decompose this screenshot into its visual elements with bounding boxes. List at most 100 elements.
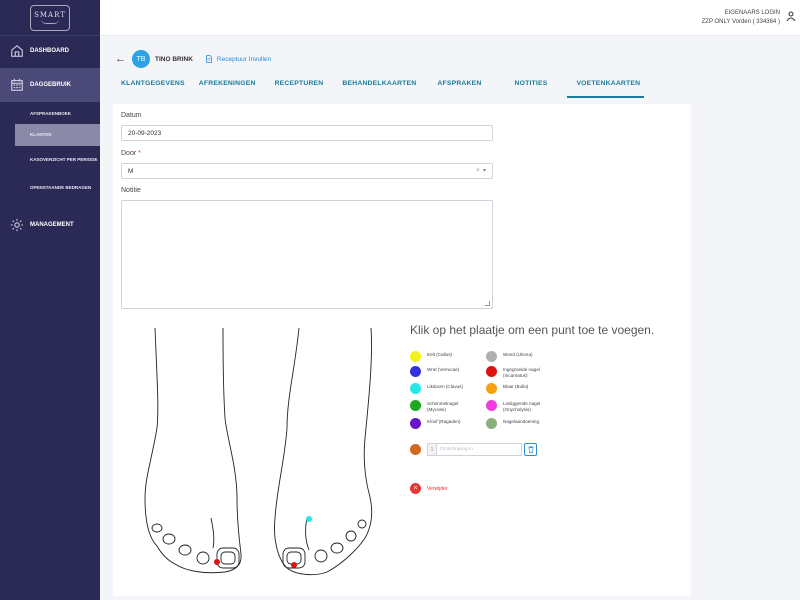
tab-behandelkaarten[interactable]: BEHANDELKAARTEN [342, 76, 416, 98]
legend-item[interactable]: Kloof (Ragaden) [410, 418, 475, 429]
foot-chart-instruction: Klik op het plaatje om een punt toe te v… [410, 323, 655, 337]
tab-afrekeningen[interactable]: AFREKENINGEN [199, 76, 256, 98]
foot-diagram[interactable] [137, 328, 377, 588]
calendar-icon [11, 78, 23, 91]
point-description-input[interactable]: Omschrijving in [437, 443, 522, 456]
right-toe-4 [345, 530, 357, 542]
legend-label: Eelt (Callus) [427, 352, 453, 357]
account-label: ZZP ONLY Vorden ( 334364 ) [701, 19, 780, 25]
door-label: Door * [121, 150, 141, 157]
gear-icon [10, 218, 24, 232]
legend-item[interactable]: Wond (Ulcera) [486, 351, 551, 362]
avatar: TB [132, 50, 150, 68]
verwijder-row[interactable]: × Verwijder [410, 483, 448, 494]
left-foot-outline [144, 328, 242, 574]
notitie-label: Notitie [121, 187, 141, 194]
chevron-down-icon[interactable]: ▾ [483, 168, 486, 174]
door-select[interactable]: M × ▾ [121, 163, 493, 179]
receptuur-link[interactable]: Receptuur Invullen [205, 55, 271, 63]
tab-recepturen[interactable]: RECEPTUREN [275, 76, 324, 98]
close-icon[interactable]: × [410, 483, 421, 494]
legend-color-dot[interactable] [486, 366, 497, 377]
sidebar-subitem-kasoverzicht[interactable]: KASOVERZICHT PER PERIODE [0, 146, 100, 174]
legend-item[interactable]: Losliggende nagel (Onycholysis) [486, 400, 551, 412]
left-toe-4 [196, 551, 210, 565]
legend-item[interactable]: Likdoorn (Clavus) [410, 383, 475, 394]
datum-label: Datum [121, 112, 142, 119]
sidebar-item-management[interactable]: MANAGEMENT [0, 210, 100, 240]
logo-mark: SMART [30, 4, 70, 31]
legend-color-dot[interactable] [486, 351, 497, 362]
legend-item[interactable]: Wrat (Verrucae) [410, 366, 475, 377]
legend-label: Likdoorn (Clavus) [427, 384, 463, 389]
legend-item[interactable]: Eelt (Callus) [410, 351, 475, 362]
sidebar-subitem-klanten[interactable]: KLANTEN [15, 124, 100, 146]
delete-point-button[interactable] [524, 443, 537, 456]
client-bar: ← TB TINO BRINK Receptuur Invullen [115, 49, 271, 69]
notitie-textarea[interactable] [121, 200, 493, 309]
datum-input[interactable]: 20-09-2023 [121, 125, 493, 141]
right-toe-5 [357, 519, 367, 529]
logo-text: SMART [34, 11, 66, 19]
legend-item[interactable]: Nagelaandoening [486, 418, 551, 429]
tab-notities[interactable]: NOTITIES [515, 76, 548, 98]
tab-afspraken[interactable]: AFSPRAKEN [437, 76, 481, 98]
right-foot-inner-line [305, 517, 310, 551]
legend-color-dot[interactable] [486, 400, 497, 411]
legend-label: Kloof (Ragaden) [427, 419, 461, 424]
left-toe-2 [162, 533, 176, 545]
clear-icon[interactable]: × [476, 168, 480, 174]
back-arrow-icon[interactable]: ← [115, 53, 126, 65]
sidebar: SMART DASHBOARD DAGGEBRUIK AFSPRAKENBOEK… [0, 0, 100, 600]
resize-handle[interactable] [485, 301, 490, 306]
sidebar-subitem-afsprakenboek[interactable]: AFSPRAKENBOEK [0, 104, 100, 124]
left-foot-marker[interactable] [214, 559, 220, 565]
tab-voetenkaarten[interactable]: VOETENKAARTEN [567, 76, 645, 98]
legend-color-dot[interactable] [410, 418, 421, 429]
sidebar-item-label: MANAGEMENT [30, 222, 74, 228]
legend-color-dot[interactable] [486, 418, 497, 429]
top-header: EIGENAARS LOGIN ZZP ONLY Vorden ( 334364… [100, 0, 800, 36]
custom-point-row: 1 Omschrijving in [410, 443, 537, 456]
legend-item[interactable]: Blaar (Bulla) [486, 383, 551, 394]
user-icon[interactable] [786, 11, 796, 21]
sidebar-item-daggebruik[interactable]: DAGGEBRUIK [0, 68, 100, 102]
trash-icon [528, 446, 533, 453]
datum-value: 20-09-2023 [128, 129, 162, 137]
verwijder-label: Verwijder [427, 485, 448, 492]
home-icon [11, 45, 23, 57]
client-name: TINO BRINK [155, 55, 193, 63]
legend-label: Schimmelnagel (Mycose) [427, 401, 459, 412]
legend-label: Wond (Ulcera) [503, 352, 533, 357]
sidebar-subitem-openstaande-bedragen[interactable]: OPENSTAANDE BEDRAGEN [0, 174, 100, 202]
legend-item[interactable]: Schimmelnagel (Mycose) [410, 400, 475, 412]
login-label: EIGENAARS LOGIN [724, 10, 780, 16]
legend-label: Wrat (Verrucae) [427, 367, 460, 372]
tab-bar: KLANTGEGEVENS AFREKENINGEN RECEPTUREN BE… [112, 76, 692, 98]
required-marker: * [138, 150, 141, 157]
left-big-toe [216, 547, 240, 569]
left-toe-3 [178, 544, 192, 556]
sidebar-item-dashboard[interactable]: DASHBOARD [0, 36, 100, 66]
receptuur-link-label: Receptuur Invullen [216, 55, 272, 63]
legend-item[interactable]: Ingegroeide nagel (Incarnatus) [486, 366, 551, 378]
right-foot-outline [274, 328, 373, 576]
legend-color-dot[interactable] [486, 383, 497, 394]
legend-color-dot[interactable] [410, 383, 421, 394]
legend-color-dot[interactable] [410, 400, 421, 411]
sidebar-item-label: DASHBOARD [30, 48, 69, 54]
right-foot-marker-cyan[interactable] [306, 516, 312, 522]
legend-label: Ingegroeide nagel (Incarnatus) [503, 367, 540, 378]
legend-color-dot[interactable] [410, 366, 421, 377]
legend-label: Losliggende nagel (Onycholysis) [503, 401, 541, 412]
left-big-toenail [220, 551, 236, 565]
tab-klantgegevens[interactable]: KLANTGEGEVENS [121, 76, 185, 98]
door-value: M [128, 167, 134, 175]
right-foot-marker-red[interactable] [291, 562, 297, 568]
legend-label: Nagelaandoening [503, 419, 540, 424]
logo[interactable]: SMART [0, 0, 100, 36]
color-picker[interactable] [410, 444, 421, 455]
login-info: EIGENAARS LOGIN ZZP ONLY Vorden ( 334364… [702, 9, 780, 27]
legend-label: Blaar (Bulla) [503, 384, 529, 389]
legend-color-dot[interactable] [410, 351, 421, 362]
